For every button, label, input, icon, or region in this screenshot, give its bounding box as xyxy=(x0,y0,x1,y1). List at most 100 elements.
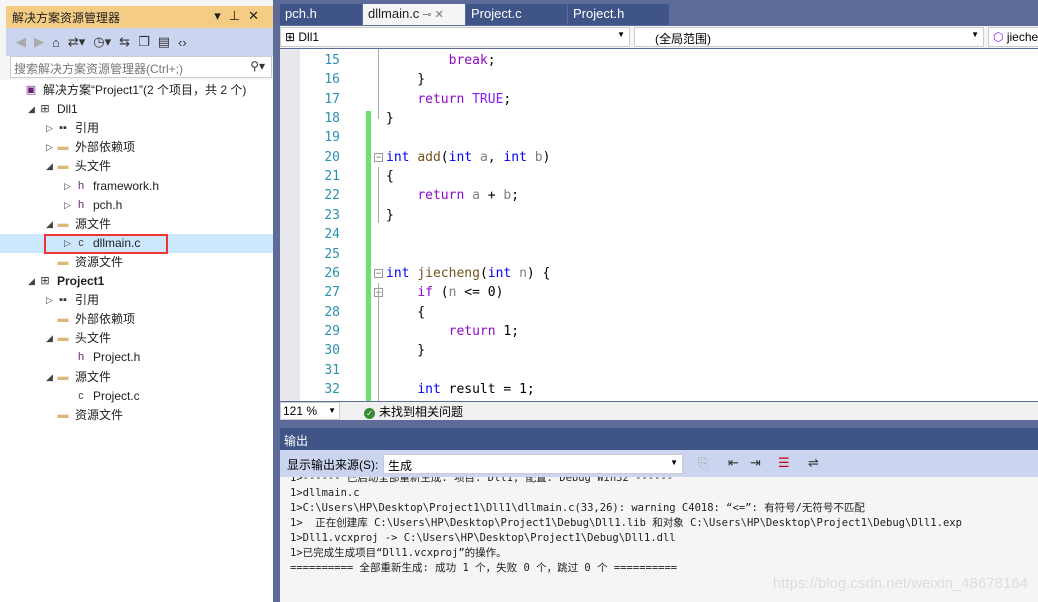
code-token: n xyxy=(519,265,527,281)
code-token: <= 0) xyxy=(456,285,504,301)
folder-icon: ▬ xyxy=(57,370,69,383)
code-token: { xyxy=(386,169,394,185)
tree-item[interactable]: ▣ 解决方案“Project1”(2 个项目，共 2 个) xyxy=(0,81,273,100)
sync-icon[interactable]: ⇆ xyxy=(119,34,130,50)
collapse-all-icon[interactable]: ❐ xyxy=(138,34,150,50)
output-text[interactable]: https://blog.csdn.net/weixin_48678164 1>… xyxy=(280,477,1038,602)
tree-item[interactable]: ▷ h pch.h xyxy=(0,196,273,215)
pin-close-icon[interactable]: ⊸ ✕ xyxy=(419,9,444,21)
code-token: + xyxy=(479,188,504,204)
back-icon[interactable]: ◀ xyxy=(16,34,26,50)
collapsed-arrow-icon[interactable]: ▷ xyxy=(64,196,74,215)
clear-all-icon[interactable]: ☰ xyxy=(778,455,790,471)
references-icon: ▪▪ xyxy=(59,122,67,135)
code-token: ; xyxy=(511,188,520,204)
code-token: a xyxy=(472,188,480,204)
expanded-arrow-icon[interactable]: ◢ xyxy=(28,100,38,119)
tree-item[interactable]: ◢ ▬ 头文件 xyxy=(0,329,273,348)
output-source-dropdown[interactable]: 生成 ▼ xyxy=(383,454,683,474)
output-line: 1>------ 已启动全部重新生成: 项目: Dll1, 配置: Debug … xyxy=(290,477,674,484)
tree-item[interactable]: ▷ ▪▪ 引用 xyxy=(0,291,273,310)
folder-icon: ▬ xyxy=(57,141,69,154)
tree-item[interactable]: ▬ 资源文件 xyxy=(0,253,273,272)
solution-explorer-title: 解决方案资源管理器 ▾⊥✕ xyxy=(6,6,273,28)
member-dropdown[interactable]: ⬡ jieche xyxy=(988,27,1038,47)
dropdown-icon[interactable]: ▾ xyxy=(214,8,229,23)
tree-item-label: 解决方案“Project1”(2 个项目，共 2 个) xyxy=(43,83,247,97)
folder-icon: ▬ xyxy=(57,217,69,230)
code-token: int xyxy=(417,381,441,397)
project-icon: ⊞ xyxy=(40,275,50,287)
next-message-icon[interactable]: ⇥ xyxy=(750,455,761,471)
code-token: if xyxy=(417,285,433,301)
line-number: 32 xyxy=(324,381,340,397)
tree-item[interactable]: ◢ ▬ 源文件 xyxy=(0,215,273,234)
collapsed-arrow-icon[interactable]: ▷ xyxy=(46,291,56,310)
code-token: 1; xyxy=(495,323,520,339)
output-line: 1>dllmain.c xyxy=(290,487,360,499)
expanded-arrow-icon[interactable]: ◢ xyxy=(46,215,56,234)
tab-project-c[interactable]: Project.c xyxy=(466,4,567,25)
code-line: } xyxy=(386,206,394,225)
collapsed-arrow-icon[interactable]: ▷ xyxy=(46,138,56,157)
scope-dropdown[interactable]: (全局范围) ▼ xyxy=(634,27,984,47)
expanded-arrow-icon[interactable]: ◢ xyxy=(46,368,56,387)
outline-guide xyxy=(378,49,379,119)
tree-item[interactable]: ▷ h framework.h xyxy=(0,177,273,196)
code-token: } xyxy=(386,111,394,127)
search-input[interactable]: 搜索解决方案资源管理器(Ctrl+;) ⚲▾ xyxy=(10,56,272,78)
tree-item[interactable]: c Project.c xyxy=(0,387,273,406)
project-dropdown[interactable]: ⊞ Dll1 ▼ xyxy=(280,27,630,47)
header-file-icon: h xyxy=(77,198,85,211)
line-number: 17 xyxy=(324,91,340,107)
issues-indicator[interactable]: ✓ 未找到相关问题 xyxy=(364,403,463,420)
line-number: 15 xyxy=(324,53,340,68)
collapse-icon[interactable]: − xyxy=(374,152,383,162)
tree-item[interactable]: ▷ ▪▪ 引用 xyxy=(0,119,273,138)
pin-icon[interactable]: ⊥ xyxy=(229,8,248,23)
collapse-icon[interactable]: − xyxy=(374,268,383,278)
tree-item[interactable]: ◢ ▬ 源文件 xyxy=(0,368,273,387)
panel-title: 解决方案资源管理器 xyxy=(12,11,121,25)
collapsed-arrow-icon[interactable]: ▷ xyxy=(64,177,74,196)
tab-label: Project.c xyxy=(471,6,522,21)
tree-item[interactable]: ▬ 外部依赖项 xyxy=(0,310,273,329)
highlight-box xyxy=(44,234,168,254)
tree-item-label: framework.h xyxy=(93,178,160,193)
tab-project-h[interactable]: Project.h xyxy=(568,4,669,25)
word-wrap-icon[interactable]: ⇌ xyxy=(808,455,819,471)
previous-message-icon[interactable]: ⇤ xyxy=(728,455,739,471)
collapsed-arrow-icon[interactable]: ▷ xyxy=(46,119,56,138)
search-icon[interactable]: ⚲▾ xyxy=(250,59,265,73)
tree-item-label: Project.c xyxy=(93,388,140,403)
tab-pch-h[interactable]: pch.h xyxy=(280,4,362,25)
code-view-icon[interactable]: ‹› xyxy=(178,35,187,50)
zoom-dropdown[interactable]: 121 % ▼ xyxy=(280,402,340,420)
tree-item[interactable]: h Project.h xyxy=(0,348,273,367)
tree-item[interactable]: ◢ ▬ 头文件 xyxy=(0,157,273,176)
tree-item[interactable]: ◢ ⊞ Dll1 xyxy=(0,100,273,119)
code-editor[interactable]: 15 break; 16 } 17 return TRUE; 18} 19 20 int a… xyxy=(280,49,1038,401)
output-source-label: 显示输出来源(S): xyxy=(287,458,379,472)
goto-location-icon[interactable]: ⎘ xyxy=(698,455,708,471)
home-icon[interactable]: ⌂ xyxy=(52,35,60,50)
expanded-arrow-icon[interactable]: ◢ xyxy=(28,272,38,291)
line-number: 19 xyxy=(324,130,340,146)
forward-icon[interactable]: ▶ xyxy=(34,34,44,50)
tree-item[interactable]: ◢ ⊞ Project1 xyxy=(0,272,273,291)
history-icon[interactable]: ◷▾ xyxy=(93,34,111,50)
expanded-arrow-icon[interactable]: ◢ xyxy=(46,157,56,176)
switch-views-icon[interactable]: ⇄▾ xyxy=(68,34,85,50)
expanded-arrow-icon[interactable]: ◢ xyxy=(46,329,56,348)
tab-dllmain-c[interactable]: dllmain.c ⊸ ✕ xyxy=(363,4,465,25)
zoom-value: 121 % xyxy=(283,404,318,418)
show-all-files-icon[interactable]: ▤ xyxy=(158,34,170,50)
tree-item[interactable]: ▬ 资源文件 xyxy=(0,406,273,425)
tree-item[interactable]: ▷ ▬ 外部依赖项 xyxy=(0,138,273,157)
close-icon[interactable]: ✕ xyxy=(248,8,267,23)
tree-item-label: 外部依赖项 xyxy=(75,140,136,155)
code-line: return TRUE; xyxy=(386,90,511,109)
